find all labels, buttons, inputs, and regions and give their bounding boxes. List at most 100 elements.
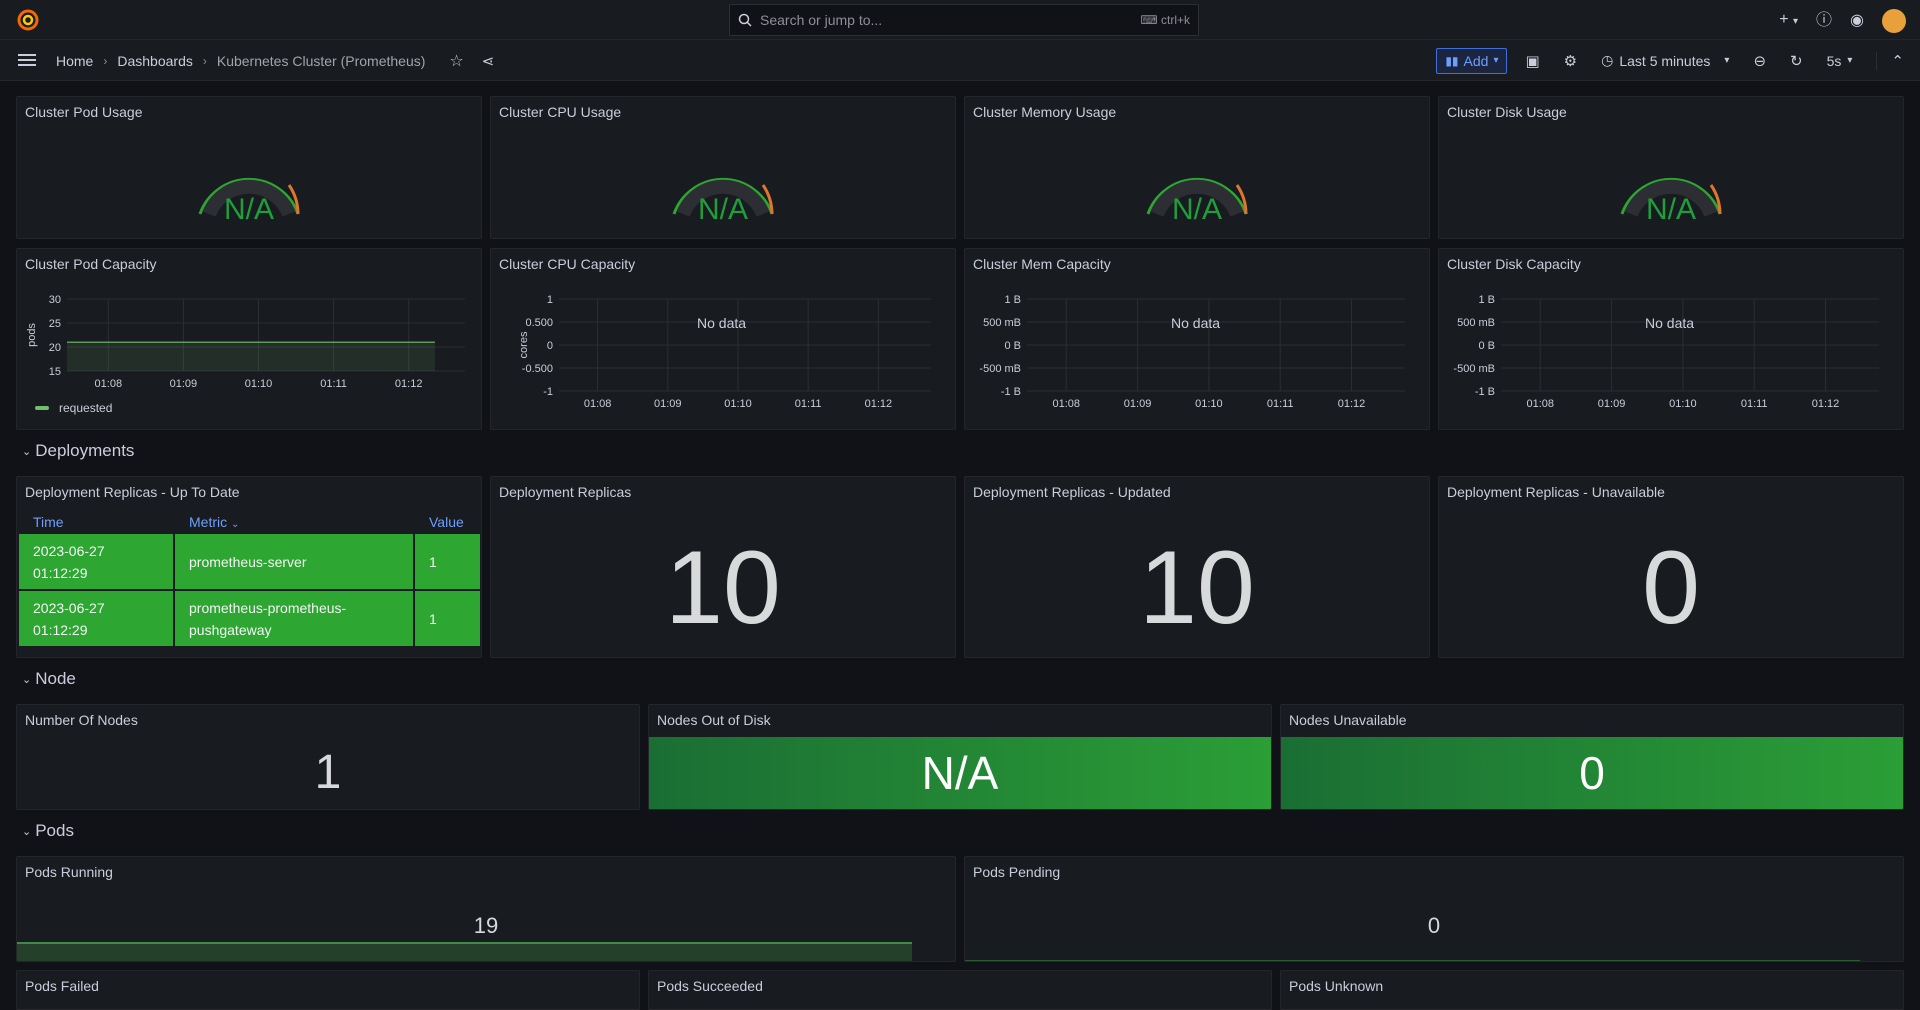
table-cell-time: 2023-06-27 01:12:29 xyxy=(17,589,175,648)
chevron-down-icon: ⌄ xyxy=(22,445,32,458)
top-bar: Search or jump to... ⌨ ctrl+k + ▾ ⓘ ◉ xyxy=(0,0,1920,40)
row-header-pods[interactable]: ⌄ Pods xyxy=(22,821,74,841)
stat-panel-deployment-replicas[interactable]: Deployment Replicas 10 xyxy=(490,476,956,658)
chart-legend[interactable]: requested xyxy=(35,401,112,415)
breadcrumb-home[interactable]: Home xyxy=(56,53,93,69)
breadcrumb-current: Kubernetes Cluster (Prometheus) xyxy=(216,52,426,69)
no-data-label: No data xyxy=(1171,315,1221,331)
timeseries-panel-pod-capacity[interactable]: Cluster Pod Capacity 30 25 20 15 01:08 01:09 0… xyxy=(16,248,482,430)
clock-icon: ◷ xyxy=(1601,52,1614,68)
stat-panel-pods-running[interactable]: Pods Running 19 xyxy=(16,856,956,962)
star-icon[interactable]: ☆ xyxy=(449,51,463,71)
y-tick-label: 20 xyxy=(49,342,61,354)
stat-value: 0 xyxy=(1281,737,1903,809)
chevron-right-icon: › xyxy=(202,53,207,68)
time-picker[interactable]: ◷ Last 5 minutes ▾ xyxy=(1601,52,1729,69)
stat-panel-nodes-unavailable[interactable]: Nodes Unavailable 0 xyxy=(1280,704,1904,810)
table-cell-value: 1 xyxy=(413,532,481,591)
sparkline-baseline xyxy=(965,960,1860,961)
chevron-down-icon: ▾ xyxy=(1493,55,1499,66)
collapse-chevron-up-icon[interactable]: ⌃ xyxy=(1876,51,1904,70)
table-panel-deployment-replicas[interactable]: Deployment Replicas - Up To Date Time Me… xyxy=(16,476,482,658)
nav-right-actions: ▮▮ Add ▾ ▣ ⚙ ◷ Last 5 minutes ▾ ⊖ ↻ 5s ▾… xyxy=(1436,40,1920,81)
y-tick-label: 1 xyxy=(547,294,553,306)
no-data-label: No data xyxy=(1645,315,1695,331)
column-header-metric[interactable]: Metric ⌄ xyxy=(174,511,414,534)
stat-panel-replicas-updated[interactable]: Deployment Replicas - Updated 10 xyxy=(964,476,1430,658)
stat-panel-pods-unknown[interactable]: Pods Unknown xyxy=(1280,970,1904,1010)
table-row: 2023-06-27 01:12:29 prometheus-server 1 xyxy=(17,532,481,591)
grafana-logo-icon[interactable] xyxy=(16,8,40,32)
y-tick-label: 15 xyxy=(49,366,61,378)
panel-title: Deployment Replicas - Up To Date xyxy=(25,484,240,500)
row-header-deployments[interactable]: ⌄ Deployments xyxy=(22,441,134,461)
x-tick-label: 01:08 xyxy=(1052,398,1080,410)
x-tick-label: 01:11 xyxy=(1741,398,1768,410)
x-tick-label: 01:12 xyxy=(1812,398,1840,410)
gauge-panel-cpu-usage[interactable]: Cluster CPU Usage N/A xyxy=(490,96,956,239)
table-cell-metric: prometheus-prometheus-pushgateway xyxy=(173,589,415,648)
x-tick-label: 01:09 xyxy=(1124,398,1152,410)
column-header-time[interactable]: Time xyxy=(18,511,174,534)
new-plus-icon[interactable]: + ▾ xyxy=(1779,8,1798,34)
menu-hamburger-icon[interactable] xyxy=(17,50,37,70)
search-input[interactable]: Search or jump to... ⌨ ctrl+k xyxy=(729,4,1199,36)
column-header-value[interactable]: Value xyxy=(414,511,481,534)
timeseries-panel-mem-capacity[interactable]: Cluster Mem Capacity 1 B 500 mB 0 B -500 mB… xyxy=(964,248,1430,430)
search-placeholder: Search or jump to... xyxy=(760,12,883,28)
stat-panel-pods-pending[interactable]: Pods Pending 0 xyxy=(964,856,1904,962)
help-icon[interactable]: ⓘ xyxy=(1816,9,1832,33)
y-tick-label: -500 mB xyxy=(1453,363,1495,375)
x-tick-label: 01:11 xyxy=(1267,398,1294,410)
x-tick-label: 01:08 xyxy=(584,398,612,410)
row-title: Node xyxy=(35,669,76,688)
stat-panel-replicas-unavailable[interactable]: Deployment Replicas - Unavailable 0 xyxy=(1438,476,1904,658)
panel-title: Pods Running xyxy=(25,864,113,880)
bar-chart-icon: ▮▮ xyxy=(1445,53,1459,68)
stat-panel-pods-failed[interactable]: Pods Failed xyxy=(16,970,640,1010)
gauge-panel-disk-usage[interactable]: Cluster Disk Usage N/A xyxy=(1438,96,1904,239)
x-tick-label: 01:10 xyxy=(1669,398,1697,410)
mem-capacity-chart: 1 B 500 mB 0 B -500 mB -1 B 01:08 01:09 01:10 01… xyxy=(979,294,1405,410)
gauge-value: N/A xyxy=(223,193,274,226)
y-tick-label: -500 mB xyxy=(979,363,1021,375)
column-header-metric-label: Metric xyxy=(189,513,228,530)
y-tick-label: 500 mB xyxy=(983,317,1021,329)
gauge-value: N/A xyxy=(697,193,748,226)
stat-panel-pods-succeeded[interactable]: Pods Succeeded xyxy=(648,970,1272,1010)
y-tick-label: 0 B xyxy=(1004,340,1021,352)
time-clock: 01:12:29 xyxy=(33,621,88,638)
stat-panel-nodes-out-of-disk[interactable]: Nodes Out of Disk N/A xyxy=(648,704,1272,810)
legend-label: requested xyxy=(59,401,113,415)
gauge-panel-memory-usage[interactable]: Cluster Memory Usage N/A xyxy=(964,96,1430,239)
refresh-interval-picker[interactable]: 5s ▾ xyxy=(1827,53,1853,69)
y-tick-label: 0 xyxy=(547,340,553,352)
add-button[interactable]: ▮▮ Add ▾ xyxy=(1436,47,1508,74)
x-tick-label: 01:12 xyxy=(1338,398,1366,410)
y-tick-label: 1 B xyxy=(1004,294,1021,306)
save-icon[interactable]: ▣ xyxy=(1525,52,1539,70)
user-avatar[interactable] xyxy=(1882,9,1906,33)
stat-panel-number-of-nodes[interactable]: Number Of Nodes 1 xyxy=(16,704,640,810)
chevron-down-icon: ▾ xyxy=(1724,55,1730,66)
panel-title: Deployment Replicas xyxy=(499,484,632,500)
stat-value: 1 xyxy=(314,746,342,799)
news-feed-icon[interactable]: ◉ xyxy=(1850,9,1864,33)
timeseries-panel-disk-capacity[interactable]: Cluster Disk Capacity 1 B 500 mB 0 B -500 m… xyxy=(1438,248,1904,430)
panel-title: Pods Pending xyxy=(973,864,1061,880)
breadcrumb-dashboards[interactable]: Dashboards xyxy=(117,53,193,69)
y-tick-label: -1 B xyxy=(1001,386,1021,398)
time-range-label: Last 5 minutes xyxy=(1619,52,1711,69)
share-icon[interactable]: ⋖ xyxy=(482,52,495,70)
refresh-icon[interactable]: ↻ xyxy=(1790,52,1803,70)
timeseries-panel-cpu-capacity[interactable]: Cluster CPU Capacity 1 0.500 0 -0.500 -1 01:0… xyxy=(490,248,956,430)
settings-gear-icon[interactable]: ⚙ xyxy=(1564,52,1577,70)
row-header-node[interactable]: ⌄ Node xyxy=(22,669,76,689)
zoom-out-icon[interactable]: ⊖ xyxy=(1753,52,1766,70)
stat-value: 10 xyxy=(665,530,781,646)
x-tick-label: 01:11 xyxy=(795,398,822,410)
gauge-panel-pod-usage[interactable]: Cluster Pod Usage N/A xyxy=(16,96,482,239)
table-row: 2023-06-27 01:12:29 prometheus-prometheus… xyxy=(17,589,481,648)
legend-swatch xyxy=(35,406,49,410)
x-tick-label: 01:10 xyxy=(245,378,273,390)
